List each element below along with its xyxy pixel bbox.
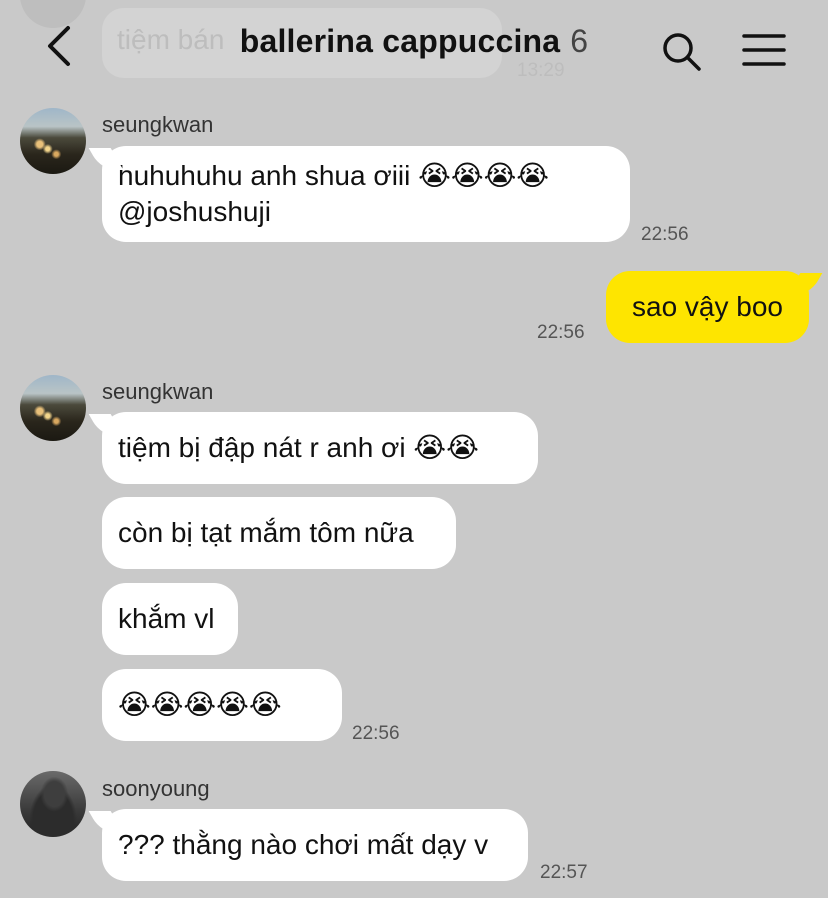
message-text: khắm vl	[118, 603, 215, 634]
message-bubble[interactable]: 😭😭😭😭😭	[102, 669, 342, 741]
previous-message-time: 13:29	[517, 60, 565, 81]
message-bubble[interactable]: còn bị tạt mắm tôm nữa	[102, 497, 456, 569]
member-count: 6	[570, 23, 589, 59]
message-text: còn bị tạt mắm tôm nữa	[118, 517, 414, 548]
message-text: 😭😭😭😭😭	[118, 688, 282, 721]
sender-name: soonyoung	[102, 776, 210, 801]
avatar-seungkwan[interactable]	[20, 108, 86, 174]
message-text: tiệm bị đập nát r anh ơi 😭😭	[118, 432, 479, 463]
menu-button[interactable]	[740, 30, 788, 70]
message-time: 22:56	[537, 322, 585, 343]
message-bubble[interactable]: tiệm bị đập nát r anh ơi 😭😭	[102, 412, 538, 484]
sender-name: seungkwan	[102, 112, 214, 137]
search-icon	[663, 33, 701, 71]
my-message-bubble[interactable]: sao vậy boo	[606, 271, 809, 343]
message-text: sao vậy boo	[632, 291, 783, 322]
message-time: 22:56	[641, 224, 689, 245]
message-text: huhuhuhu anh shua ơiii 😭😭😭😭	[118, 160, 550, 191]
menu-icon	[742, 34, 786, 66]
message-bubble[interactable]: huhuhuhu anh shua ơiii 😭😭😭😭 @joshushuji	[102, 146, 630, 242]
message-text: ??? thằng nào chơi mất dạy v	[118, 829, 489, 860]
message-time: 22:56	[352, 723, 400, 744]
sender-name: seungkwan	[102, 379, 214, 404]
message-time: 22:57	[540, 862, 588, 883]
chat-room-name: ballerina cappuccina	[239, 23, 561, 59]
avatar-soonyoung[interactable]	[20, 771, 86, 837]
message-text: @joshushuji	[118, 196, 271, 227]
search-button[interactable]	[660, 30, 704, 74]
message-bubble[interactable]: khắm vl	[102, 583, 238, 655]
avatar-seungkwan[interactable]	[20, 375, 86, 441]
message-bubble[interactable]: ??? thằng nào chơi mất dạy v	[102, 809, 528, 881]
